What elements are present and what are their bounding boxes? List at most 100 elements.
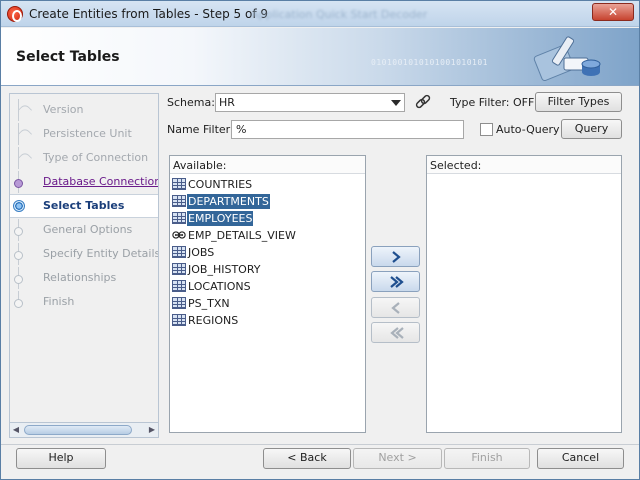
window-title-suffix: Application Quick Start Decoder <box>251 8 428 21</box>
list-item[interactable]: EMPLOYEES <box>170 210 355 227</box>
step-general-options: General Options <box>10 219 158 241</box>
step-label: Version <box>43 103 84 116</box>
move-right-button[interactable] <box>371 246 420 267</box>
name-filter-value: % <box>236 123 247 136</box>
available-list[interactable]: Available: COUNTRIES DEPARTMENTS EMPLOYEES… <box>169 155 366 433</box>
list-item[interactable]: JOBS <box>170 244 355 261</box>
scroll-left-icon[interactable]: ◀ <box>11 425 21 435</box>
step-marker-icon <box>14 275 23 284</box>
cancel-button[interactable]: Cancel <box>537 448 624 469</box>
wizard-steps-panel: Version Persistence Unit Type of Connect… <box>9 93 159 437</box>
schema-dropdown[interactable]: HR <box>215 93 405 112</box>
step-branch-icon <box>17 150 33 166</box>
step-specify-entity-details: Specify Entity Details <box>10 243 158 265</box>
table-icon <box>172 280 186 292</box>
back-button[interactable]: < Back <box>263 448 351 469</box>
selected-header: Selected: <box>427 156 621 174</box>
dialog-window: Create Entities from Tables - Step 5 of … <box>0 0 640 480</box>
step-label: General Options <box>43 223 133 236</box>
step-branch-icon <box>17 102 33 118</box>
auto-query-checkbox[interactable] <box>480 123 493 136</box>
next-button[interactable]: Next > <box>353 448 442 469</box>
list-item-label: JOB_HISTORY <box>188 263 261 276</box>
name-filter-input[interactable]: % <box>231 120 464 139</box>
step-finish: Finish <box>10 291 158 313</box>
page-title: Select Tables <box>16 49 120 65</box>
move-all-left-button[interactable] <box>371 322 420 343</box>
step-label: Specify Entity Details <box>43 247 159 260</box>
scroll-right-icon[interactable]: ▶ <box>147 425 157 435</box>
schema-value: HR <box>219 96 235 109</box>
step-marker-icon <box>14 179 23 188</box>
list-item-label: COUNTRIES <box>188 178 253 191</box>
auto-query-label[interactable]: Auto-Query <box>496 123 560 136</box>
current-step-icon <box>13 200 25 212</box>
chevron-down-icon <box>391 100 401 106</box>
filter-types-button[interactable]: Filter Types <box>535 92 622 112</box>
connection-link-icon[interactable] <box>414 93 432 111</box>
double-chevron-left-icon <box>390 327 404 339</box>
list-item-label: REGIONS <box>188 314 239 327</box>
finish-button[interactable]: Finish <box>444 448 530 469</box>
selected-header-label: Selected: <box>430 159 482 172</box>
title-bar: Create Entities from Tables - Step 5 of … <box>1 1 639 27</box>
step-type-of-connection[interactable]: Type of Connection <box>10 147 158 169</box>
table-icon <box>172 314 186 326</box>
table-icon <box>172 297 186 309</box>
list-item-label: PS_TXN <box>188 297 230 310</box>
list-item[interactable]: JOB_HISTORY <box>170 261 355 278</box>
list-item-label: LOCATIONS <box>188 280 251 293</box>
step-marker-icon <box>14 251 23 260</box>
selected-list[interactable]: Selected: <box>426 155 622 433</box>
schema-label: Schema: <box>167 96 215 109</box>
name-filter-label: Name Filter: <box>167 123 234 136</box>
oracle-app-icon <box>7 6 23 22</box>
list-item[interactable]: COUNTRIES <box>170 176 355 193</box>
list-item[interactable]: LOCATIONS <box>170 278 355 295</box>
banner-binary-decoration: 0101001010101001010101 <box>371 58 488 67</box>
list-item-label: DEPARTMENTS <box>187 194 270 209</box>
step-label: Select Tables <box>43 199 125 212</box>
list-item[interactable]: PS_TXN <box>170 295 355 312</box>
list-item[interactable]: EMP_DETAILS_VIEW <box>170 227 355 244</box>
available-header: Available: <box>170 156 365 174</box>
chevron-right-icon <box>392 251 401 263</box>
move-left-button[interactable] <box>371 297 420 318</box>
list-item-label: JOBS <box>188 246 215 259</box>
available-header-label: Available: <box>173 159 227 172</box>
close-button[interactable]: ✕ <box>592 3 634 21</box>
query-button[interactable]: Query <box>561 119 622 139</box>
chevron-left-icon <box>391 302 400 314</box>
list-item-label: EMPLOYEES <box>187 211 254 226</box>
steps-horizontal-scrollbar[interactable]: ◀ ▶ <box>9 422 159 438</box>
scrollbar-thumb[interactable] <box>24 425 132 435</box>
step-label: Persistence Unit <box>43 127 132 140</box>
step-label: Database Connection De <box>43 175 159 188</box>
help-button[interactable]: Help <box>16 448 106 469</box>
wizard-graphic-icon <box>533 36 601 82</box>
move-all-right-button[interactable] <box>371 271 420 292</box>
step-label: Relationships <box>43 271 117 284</box>
step-marker-icon <box>14 227 23 236</box>
double-chevron-right-icon <box>390 276 404 288</box>
type-filter-status: Type Filter: OFF <box>450 96 535 109</box>
table-icon <box>172 263 186 275</box>
step-persistence-unit[interactable]: Persistence Unit <box>10 123 158 145</box>
step-select-tables[interactable]: Select Tables <box>10 194 158 218</box>
footer-divider <box>1 444 639 445</box>
step-label: Type of Connection <box>43 151 149 164</box>
list-item[interactable]: DEPARTMENTS <box>170 193 355 210</box>
table-icon <box>172 195 186 207</box>
list-item[interactable]: REGIONS <box>170 312 355 329</box>
table-icon <box>172 178 186 190</box>
step-label: Finish <box>43 295 75 308</box>
step-relationships: Relationships <box>10 267 158 289</box>
table-icon <box>172 212 186 224</box>
step-version[interactable]: Version <box>10 99 158 121</box>
step-marker-icon <box>14 299 23 308</box>
view-icon <box>172 231 186 239</box>
window-title: Create Entities from Tables - Step 5 of … <box>29 7 268 21</box>
table-icon <box>172 246 186 258</box>
list-item-label: EMP_DETAILS_VIEW <box>188 229 296 242</box>
step-database-connection[interactable]: Database Connection De <box>10 171 158 193</box>
